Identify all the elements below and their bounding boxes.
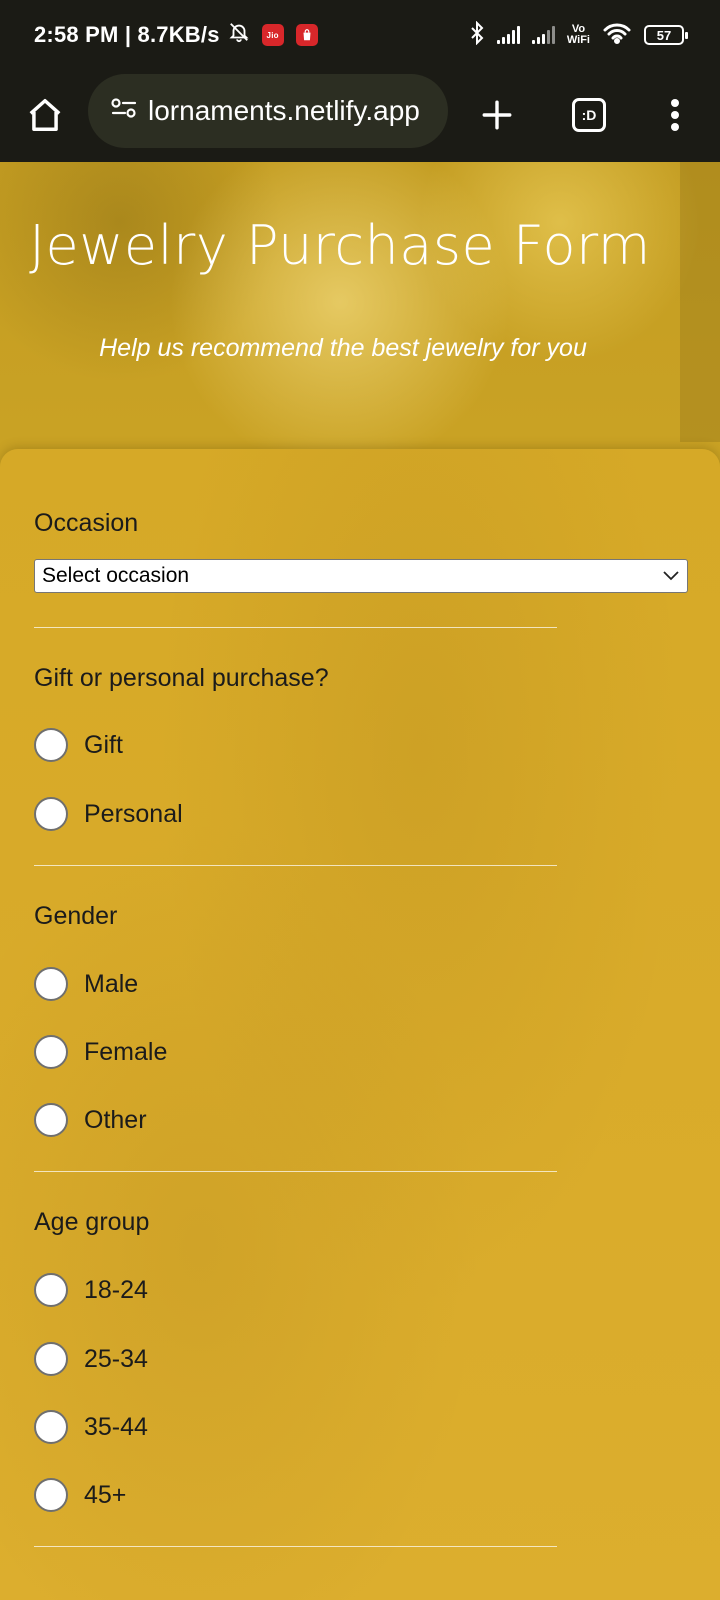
wifi-icon	[602, 22, 632, 49]
age-group-label: Age group	[34, 1208, 150, 1236]
radio-button[interactable]	[34, 797, 68, 831]
radio-option-personal[interactable]: Personal	[34, 797, 183, 831]
divider	[34, 627, 557, 628]
divider	[34, 1171, 557, 1172]
radio-label: Female	[84, 1037, 168, 1066]
time-and-speed: 2:58 PM | 8.7KB/s	[34, 22, 220, 47]
home-button[interactable]	[22, 92, 68, 138]
tab-count-icon: :D	[572, 98, 606, 132]
form-card: Occasion Select occasion Gift or persona…	[0, 449, 720, 1600]
radio-option-18-24[interactable]: 18-24	[34, 1273, 148, 1307]
page-title: Jewelry Purchase Form	[29, 214, 651, 277]
status-right: Vo WiFi 57	[469, 20, 688, 50]
radio-button[interactable]	[34, 1478, 68, 1512]
radio-option-25-34[interactable]: 25-34	[34, 1342, 148, 1376]
page-subtitle: Help us recommend the best jewelry for y…	[99, 334, 587, 362]
vowifi-indicator: Vo WiFi	[566, 23, 590, 46]
overflow-menu-button[interactable]	[652, 90, 698, 140]
browser-toolbar: lornaments.netlify.app :D	[0, 70, 720, 162]
radio-option-female[interactable]: Female	[34, 1035, 167, 1069]
jio-app-icon: Jio	[261, 24, 284, 46]
bluetooth-icon	[469, 20, 485, 50]
radio-button[interactable]	[34, 1410, 68, 1444]
status-left: 2:58 PM | 8.7KB/s Jio	[34, 21, 318, 49]
site-settings-icon[interactable]	[110, 95, 138, 127]
radio-button[interactable]	[34, 728, 68, 762]
radio-label: 45+	[84, 1480, 127, 1509]
radio-button[interactable]	[34, 1342, 68, 1376]
radio-label: 35-44	[84, 1412, 148, 1441]
battery-icon: 57	[644, 25, 688, 45]
plus-icon	[482, 100, 512, 130]
occasion-select[interactable]: Select occasion	[34, 559, 688, 593]
more-vertical-icon	[671, 99, 679, 131]
radio-button[interactable]	[34, 1273, 68, 1307]
occasion-label: Occasion	[34, 509, 139, 537]
page-content: Jewelry Purchase Form Help us recommend …	[0, 162, 720, 1600]
radio-button[interactable]	[34, 1035, 68, 1069]
gender-label: Gender	[34, 902, 118, 930]
radio-button[interactable]	[34, 967, 68, 1001]
url-text[interactable]: lornaments.netlify.app	[148, 95, 420, 127]
hero-background-shade	[680, 162, 720, 442]
radio-button[interactable]	[34, 1103, 68, 1137]
tab-switcher-button[interactable]: :D	[566, 92, 612, 138]
new-tab-button[interactable]	[472, 90, 522, 140]
radio-label: Other	[84, 1105, 147, 1134]
radio-label: Male	[84, 969, 139, 998]
signal-strength-icon	[496, 26, 520, 44]
purchase-type-label: Gift or personal purchase?	[34, 664, 329, 692]
radio-label: Gift	[84, 730, 123, 759]
chevron-down-icon	[663, 571, 679, 581]
signal-strength-icon-2	[531, 26, 555, 44]
radio-option-35-44[interactable]: 35-44	[34, 1410, 148, 1444]
radio-option-gift[interactable]: Gift	[34, 728, 123, 762]
radio-label: 25-34	[84, 1344, 148, 1373]
radio-label: Personal	[84, 799, 183, 828]
radio-label: 18-24	[84, 1275, 148, 1304]
status-bar: 2:58 PM | 8.7KB/s Jio Vo WiFi 57	[0, 0, 720, 70]
shopping-bag-icon	[295, 24, 318, 46]
occasion-selected-value: Select occasion	[42, 564, 190, 587]
bell-muted-icon	[228, 21, 250, 49]
divider	[34, 1546, 557, 1547]
address-bar[interactable]: lornaments.netlify.app	[88, 74, 448, 148]
radio-option-other[interactable]: Other	[34, 1103, 147, 1137]
radio-option-45-plus[interactable]: 45+	[34, 1478, 126, 1512]
divider	[34, 865, 557, 866]
home-icon	[29, 99, 61, 131]
radio-option-male[interactable]: Male	[34, 967, 138, 1001]
